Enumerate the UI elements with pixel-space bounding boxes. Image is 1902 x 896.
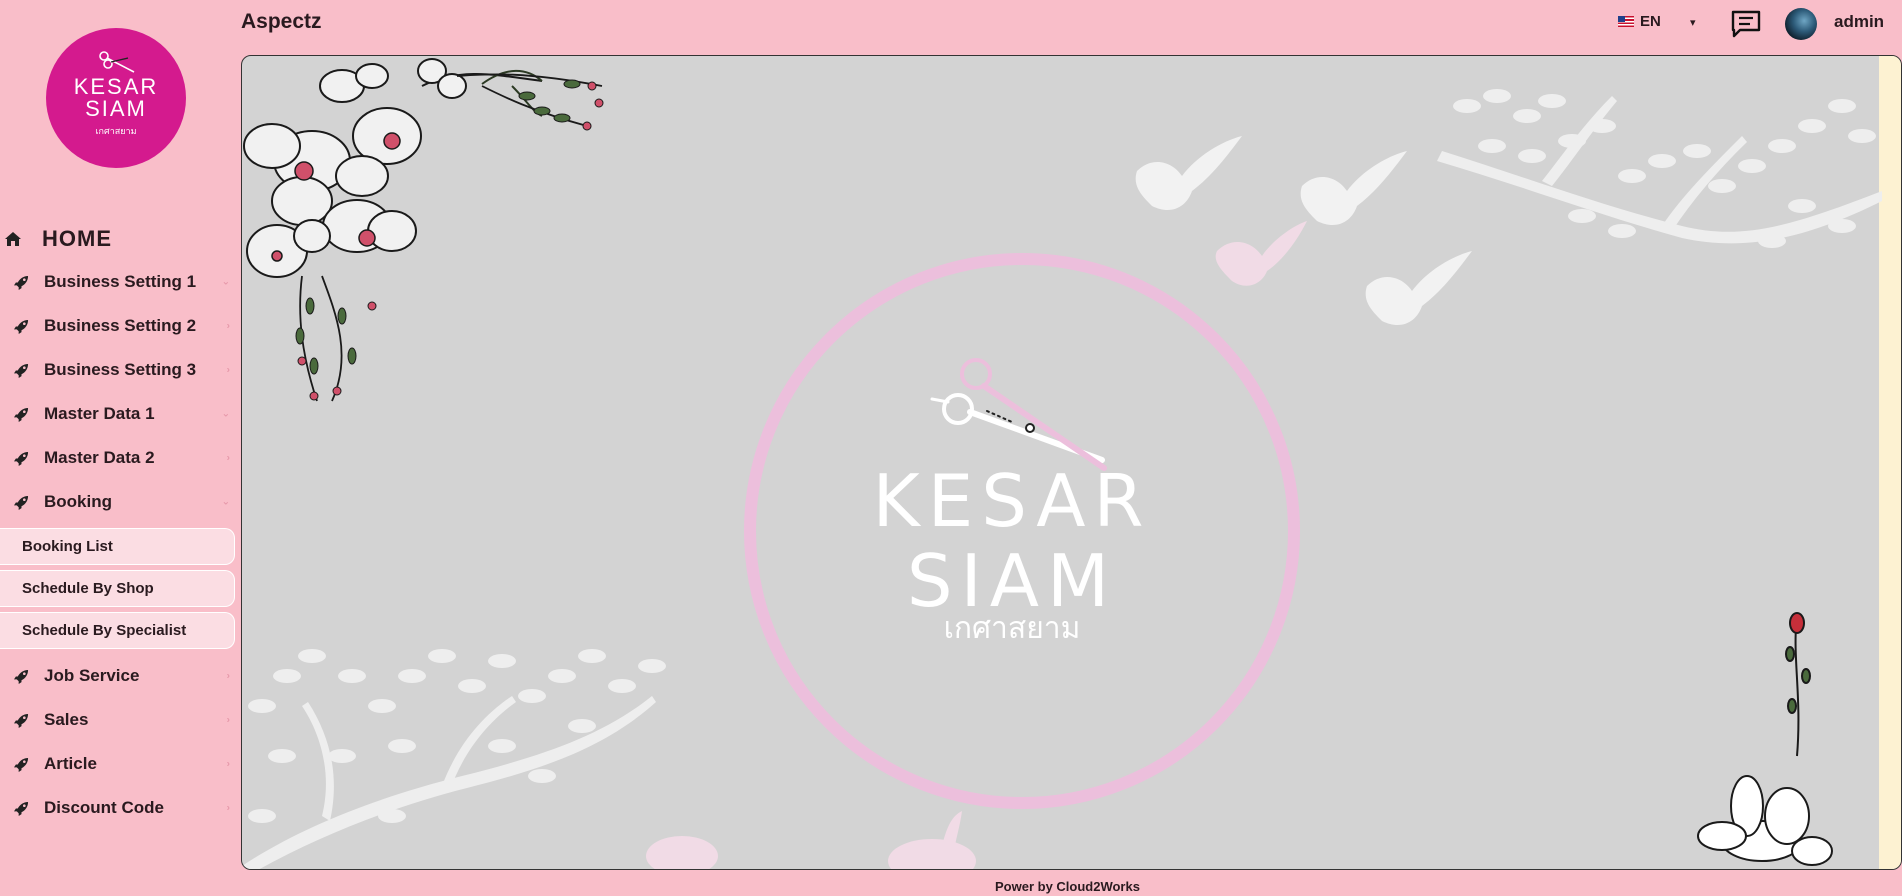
sidebar-item-master-data-2[interactable]: Master Data 2 › (0, 436, 238, 480)
hero-thai-text: เกศาสยาม (944, 611, 1081, 646)
sidebar-item-home[interactable]: HOME (0, 218, 238, 260)
rocket-icon (14, 450, 30, 466)
scissors-icon (99, 51, 135, 73)
submenu-item-label: Schedule By Shop (22, 580, 154, 597)
logo-text-line1: KESAR (73, 74, 159, 99)
rocket-icon (14, 668, 30, 684)
chevron-right-icon: › (226, 364, 230, 376)
sidebar-item-business-setting-1[interactable]: Business Setting 1 ⌄ (0, 260, 238, 304)
white-branches-top-right (1437, 89, 1882, 248)
sidebar: KESAR SIAM เกศาสยาม HOME Business Settin… (0, 0, 238, 896)
sidebar-item-label: Article (44, 754, 97, 773)
sidebar-item-label: Business Setting 3 (44, 360, 197, 379)
rocket-icon (14, 318, 30, 334)
rocket-icon (14, 362, 30, 378)
rocket-icon (14, 274, 30, 290)
footer-text: Power by Cloud2Works (995, 879, 1140, 894)
sidebar-item-label: Master Data 2 (44, 448, 155, 467)
chevron-right-icon: › (226, 758, 230, 770)
animal-silhouettes (646, 811, 976, 869)
sidebar-item-label: Sales (44, 710, 89, 729)
chevron-down-icon: ⌄ (221, 276, 230, 288)
rocket-icon (14, 406, 30, 422)
caret-down-icon[interactable]: ▾ (1690, 16, 1696, 29)
rocket-icon (14, 756, 30, 772)
user-name[interactable]: admin (1834, 12, 1884, 32)
avatar[interactable] (1785, 8, 1817, 40)
rocket-icon (14, 494, 30, 510)
sidebar-item-label: HOME (42, 226, 112, 251)
sidebar-item-article[interactable]: Article › (0, 742, 238, 786)
rocket-icon (14, 800, 30, 816)
white-branches-bottom-left (242, 649, 666, 869)
submenu-item-schedule-by-shop[interactable]: Schedule By Shop (0, 570, 235, 607)
chevron-right-icon: › (226, 320, 230, 332)
language-selector[interactable]: EN (1618, 13, 1661, 30)
brand-logo[interactable]: KESAR SIAM เกศาสยาม (46, 28, 186, 168)
chevron-down-icon: ⌄ (221, 496, 230, 508)
sidebar-item-sales[interactable]: Sales › (0, 698, 238, 742)
submenu-item-label: Booking List (22, 538, 113, 555)
sidebar-nav: HOME Business Setting 1 ⌄ Business Setti… (0, 218, 238, 830)
sidebar-item-label: Business Setting 2 (44, 316, 197, 335)
sidebar-item-label: Discount Code (44, 798, 164, 817)
sidebar-item-master-data-1[interactable]: Master Data 1 ⌄ (0, 392, 238, 436)
us-flag-icon (1618, 16, 1634, 27)
submenu-item-booking-list[interactable]: Booking List (0, 528, 235, 565)
chevron-right-icon: › (226, 802, 230, 814)
rocket-icon (14, 712, 30, 728)
chevron-down-icon: ⌄ (221, 408, 230, 420)
submenu-item-schedule-by-specialist[interactable]: Schedule By Specialist (0, 612, 235, 649)
sidebar-item-business-setting-3[interactable]: Business Setting 3 › (0, 348, 238, 392)
lily-flower-decoration (1697, 612, 1833, 866)
app-title: Aspectz (241, 10, 322, 33)
main-panel: KESAR SIAM เกศาสยาม (241, 55, 1902, 870)
orchid-flowers-decoration (243, 58, 543, 278)
sidebar-item-label: Job Service (44, 666, 140, 685)
hero-title-line1: KESAR (872, 459, 1151, 543)
sidebar-item-discount-code[interactable]: Discount Code › (0, 786, 238, 830)
home-icon (4, 231, 26, 247)
submenu-item-label: Schedule By Specialist (22, 622, 187, 639)
sidebar-item-job-service[interactable]: Job Service › (0, 654, 238, 698)
sidebar-item-label: Booking (44, 492, 112, 511)
chat-icon[interactable] (1730, 9, 1762, 39)
birds-decoration (1135, 136, 1472, 326)
sidebar-item-business-setting-2[interactable]: Business Setting 2 › (0, 304, 238, 348)
sidebar-item-label: Master Data 1 (44, 404, 155, 423)
sidebar-item-booking[interactable]: Booking ⌄ (0, 480, 238, 524)
logo-text-line2: SIAM (85, 96, 147, 121)
sidebar-item-label: Business Setting 1 (44, 272, 197, 291)
chevron-right-icon: › (226, 452, 230, 464)
logo-thai-text: เกศาสยาม (95, 126, 137, 136)
language-label: EN (1640, 13, 1661, 30)
chevron-right-icon: › (226, 714, 230, 726)
chevron-right-icon: › (226, 670, 230, 682)
hero-illustration: KESAR SIAM เกศาสยาม (242, 58, 1882, 869)
scissors-icon (930, 358, 1107, 471)
